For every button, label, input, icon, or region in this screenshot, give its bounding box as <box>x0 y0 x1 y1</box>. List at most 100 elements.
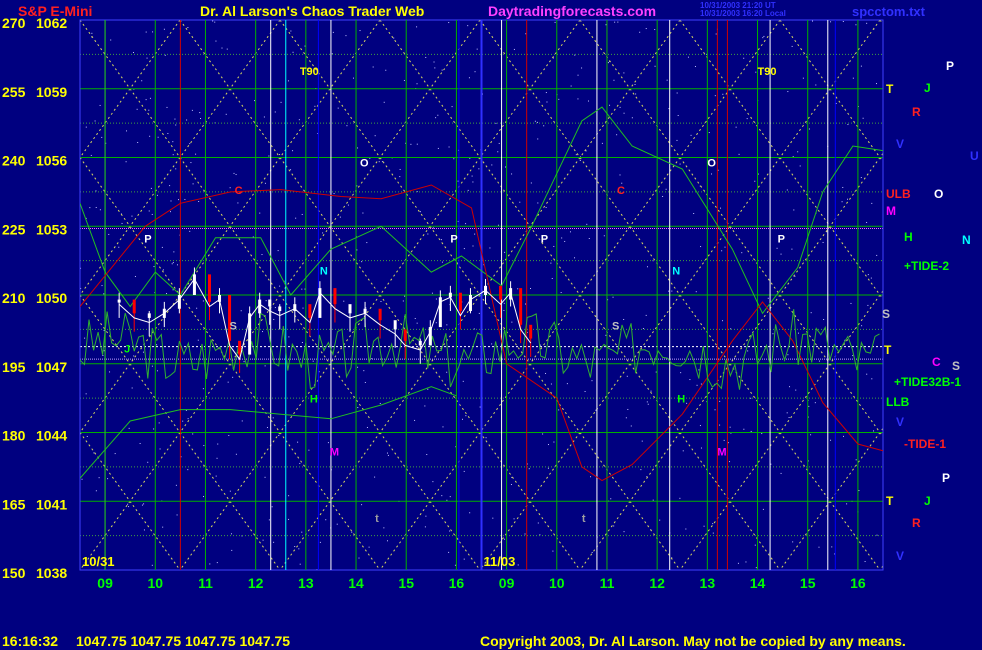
star-dot <box>545 207 547 209</box>
star-dot <box>261 254 263 256</box>
x-tick-label: 14 <box>750 575 766 591</box>
star-dot <box>163 28 165 30</box>
star-dot <box>263 116 265 118</box>
star-dot <box>870 277 872 279</box>
star-dot <box>517 288 519 290</box>
star-dot <box>159 448 161 450</box>
star-dot <box>641 440 643 442</box>
star-dot <box>359 30 361 32</box>
star-dot <box>789 386 791 388</box>
x-tick-label: 15 <box>800 575 816 591</box>
star-dot <box>173 251 175 253</box>
star-dot <box>474 71 476 73</box>
star-dot <box>553 245 555 247</box>
star-dot <box>448 22 450 24</box>
x-tick-label: 14 <box>348 575 364 591</box>
star-dot <box>262 539 264 541</box>
star-dot <box>634 84 636 86</box>
star-dot <box>102 354 104 356</box>
star-dot <box>786 412 788 414</box>
star-dot <box>762 37 764 39</box>
star-dot <box>133 355 135 357</box>
star-dot <box>621 182 623 184</box>
star-dot <box>379 402 381 404</box>
star-dot <box>187 27 189 29</box>
star-dot <box>403 79 405 81</box>
star-dot <box>577 74 579 76</box>
star-dot <box>435 117 437 119</box>
star-dot <box>158 422 160 424</box>
star-dot <box>474 233 476 235</box>
star-dot <box>357 366 359 368</box>
annotation-label: O <box>707 158 716 170</box>
star-dot <box>366 426 368 428</box>
star-dot <box>190 162 192 164</box>
star-dot <box>463 470 465 472</box>
star-dot <box>156 344 158 346</box>
star-dot <box>94 120 96 122</box>
star-dot <box>431 292 433 294</box>
star-dot <box>339 216 341 218</box>
star-dot <box>272 417 274 419</box>
star-dot <box>714 409 716 411</box>
star-dot <box>282 345 284 347</box>
star-dot <box>287 80 289 82</box>
annotation-label: t <box>582 513 586 525</box>
star-dot <box>791 45 793 47</box>
star-dot <box>722 93 724 95</box>
star-dot <box>336 523 338 525</box>
star-dot <box>537 202 539 204</box>
star-dot <box>601 142 603 144</box>
star-dot <box>345 35 347 37</box>
star-dot <box>416 322 418 324</box>
star-dot <box>416 26 418 28</box>
x-tick-label: 11 <box>600 575 615 591</box>
star-dot <box>279 154 281 156</box>
star-dot <box>723 439 725 441</box>
star-dot <box>126 130 128 132</box>
star-dot <box>202 300 204 302</box>
price-bar <box>207 274 211 302</box>
star-dot <box>680 372 682 374</box>
price-bar <box>393 320 397 330</box>
star-dot <box>86 435 88 437</box>
star-dot <box>591 380 593 382</box>
legend-item: T <box>886 494 894 508</box>
star-dot <box>468 77 470 79</box>
star-dot <box>788 417 790 419</box>
star-dot <box>215 40 217 42</box>
star-dot <box>85 393 87 395</box>
chart-title: Dr. Al Larson's Chaos Trader Web <box>200 3 424 19</box>
star-dot <box>143 529 145 531</box>
star-dot <box>134 275 136 277</box>
star-dot <box>647 403 649 405</box>
star-dot <box>132 52 134 54</box>
x-tick-label: 09 <box>97 575 113 591</box>
annotation-label: H <box>677 394 685 406</box>
y-tick-price: 1053 <box>36 221 67 237</box>
star-dot <box>689 379 691 381</box>
price-bar <box>192 274 196 295</box>
star-dot <box>229 187 231 189</box>
star-dot <box>552 550 554 552</box>
star-dot <box>265 300 267 302</box>
star-dot <box>383 101 385 103</box>
star-dot <box>172 141 174 143</box>
star-dot <box>791 248 793 250</box>
star-dot <box>172 262 174 264</box>
annotation-label: S <box>230 320 237 332</box>
star-dot <box>574 257 576 259</box>
star-dot <box>145 99 147 101</box>
star-dot <box>427 388 429 390</box>
star-dot <box>747 350 749 352</box>
star-dot <box>639 31 641 33</box>
star-dot <box>351 531 353 533</box>
star-dot <box>613 79 615 81</box>
star-dot <box>167 132 169 134</box>
star-dot <box>139 443 141 445</box>
star-dot <box>495 122 497 124</box>
legend-item: J <box>924 81 931 95</box>
star-dot <box>566 383 568 385</box>
chaos-chart: T90 T90C CO OP P P PN NS SJH HM Mt t 270 1062255 1059… <box>0 0 982 650</box>
legend-item: V <box>896 137 904 151</box>
